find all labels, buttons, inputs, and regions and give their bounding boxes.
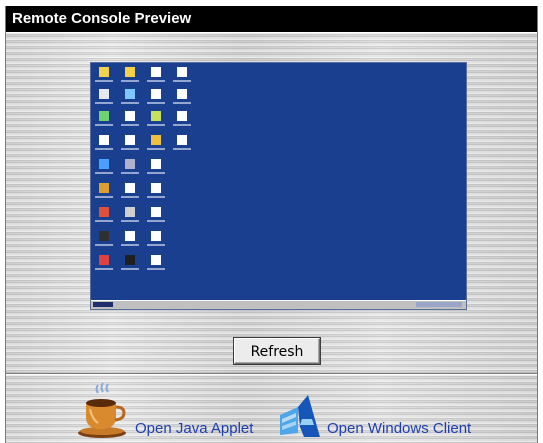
remote-desktop-icon	[151, 159, 161, 169]
remote-desktop-icon-label	[147, 244, 165, 246]
remote-desktop-icon-label	[173, 80, 191, 82]
windows-client-icon[interactable]	[278, 393, 330, 439]
preview-area: Refresh	[6, 32, 537, 374]
remote-desktop-icon-label	[147, 268, 165, 270]
remote-desktop-icon-label	[147, 220, 165, 222]
remote-desktop-icon-label	[95, 148, 113, 150]
remote-desktop-icon	[99, 159, 109, 169]
remote-desktop-icon	[151, 255, 161, 265]
remote-desktop-icon	[99, 255, 109, 265]
remote-desktop-icon	[125, 135, 135, 145]
remote-desktop-icon	[177, 111, 187, 121]
remote-desktop-icon-label	[147, 124, 165, 126]
open-windows-client-link[interactable]: Open Windows Client	[327, 420, 471, 437]
remote-start-button	[93, 302, 113, 307]
remote-desktop-icon	[125, 111, 135, 121]
remote-desktop-icon-label	[95, 172, 113, 174]
remote-desktop-icon	[151, 111, 161, 121]
remote-desktop-icon	[125, 231, 135, 241]
remote-desktop-icon	[125, 89, 135, 99]
remote-desktop-icon	[125, 159, 135, 169]
remote-desktop-icon	[151, 231, 161, 241]
remote-desktop-icon	[151, 183, 161, 193]
remote-desktop-icon-label	[95, 80, 113, 82]
remote-desktop-icon	[151, 89, 161, 99]
remote-desktop-icon-label	[95, 124, 113, 126]
client-links-area: Open Java Applet Open Windows Client	[6, 374, 537, 443]
remote-desktop-icon-label	[147, 102, 165, 104]
remote-desktop-icon	[125, 183, 135, 193]
remote-desktop-icon	[99, 89, 109, 99]
remote-desktop-icon	[125, 207, 135, 217]
remote-desktop-icon-label	[147, 196, 165, 198]
remote-desktop-icon	[177, 135, 187, 145]
remote-desktop-icon	[151, 135, 161, 145]
remote-desktop-icon	[99, 183, 109, 193]
remote-desktop-icon-label	[121, 172, 139, 174]
refresh-button[interactable]: Refresh	[234, 338, 320, 364]
remote-desktop-icon	[125, 255, 135, 265]
remote-desktop-icon	[99, 231, 109, 241]
remote-desktop-icon	[99, 67, 109, 77]
remote-desktop-icon-label	[95, 196, 113, 198]
remote-desktop-icon	[125, 67, 135, 77]
remote-desktop-icon-label	[147, 80, 165, 82]
remote-desktop-icon-label	[121, 148, 139, 150]
remote-desktop-icon-label	[121, 220, 139, 222]
remote-desktop-icon-label	[121, 124, 139, 126]
remote-desktop-icon-label	[121, 196, 139, 198]
remote-desktop-icon	[99, 207, 109, 217]
coffee-cup-icon[interactable]	[76, 381, 134, 439]
remote-desktop-icon-label	[173, 102, 191, 104]
remote-desktop-icon	[177, 67, 187, 77]
remote-desktop-icon-label	[173, 124, 191, 126]
panel-title: Remote Console Preview	[6, 6, 537, 32]
remote-desktop-icon-label	[121, 102, 139, 104]
remote-desktop-icon	[151, 67, 161, 77]
remote-taskbar	[91, 300, 466, 309]
remote-desktop-icon-label	[95, 268, 113, 270]
remote-desktop-icon-label	[95, 220, 113, 222]
remote-desktop-icon-label	[121, 268, 139, 270]
open-java-applet-link[interactable]: Open Java Applet	[135, 420, 253, 437]
remote-desktop-icon	[99, 111, 109, 121]
remote-desktop-icon-label	[121, 80, 139, 82]
remote-desktop-icon	[177, 89, 187, 99]
remote-desktop-icon-label	[173, 148, 191, 150]
remote-console-panel: Remote Console Preview Refresh Open Java…	[5, 6, 538, 443]
remote-desktop-icon-label	[147, 172, 165, 174]
remote-desktop-icon-label	[95, 102, 113, 104]
remote-desktop-icon	[151, 207, 161, 217]
remote-system-tray	[416, 302, 462, 307]
remote-desktop-icon-label	[95, 244, 113, 246]
remote-desktop-screenshot[interactable]	[90, 62, 467, 310]
remote-desktop-icon	[99, 135, 109, 145]
remote-desktop-icon-label	[147, 148, 165, 150]
remote-desktop-icon-label	[121, 244, 139, 246]
